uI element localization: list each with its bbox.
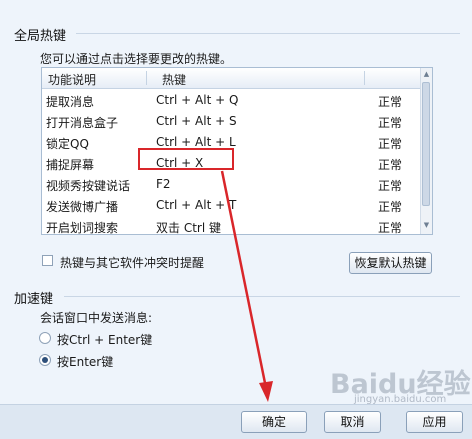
annotation-arrow-icon [220,170,273,402]
